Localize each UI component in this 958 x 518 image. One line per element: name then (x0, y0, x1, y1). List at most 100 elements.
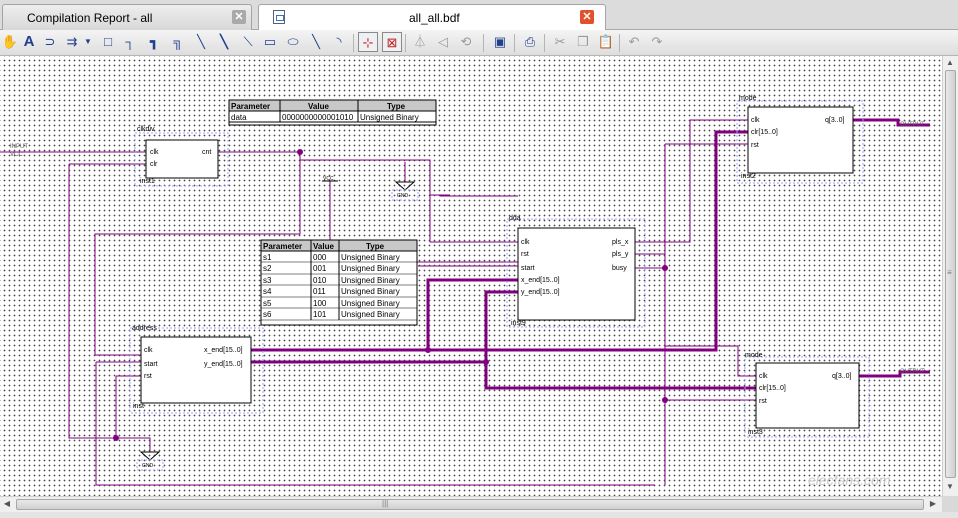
horizontal-scrollbar[interactable]: ◀ ||| ▶ (0, 496, 942, 512)
grip-icon: ≡ (947, 268, 952, 277)
port-label: clk (150, 149, 159, 156)
mode-block-top[interactable]: mode clk clr[15..0] rst q[3..0] inst2 (736, 95, 864, 184)
port-label: rst (751, 142, 759, 149)
vcc-symbol[interactable]: VCC (322, 176, 338, 182)
table-cell: data (231, 113, 247, 122)
table-cell: Unsigned Binary (360, 113, 419, 122)
scroll-left-icon[interactable]: ◀ (0, 497, 14, 511)
parameter-table-top[interactable]: Parameter Value Type data 00000000000010… (228, 99, 437, 126)
svg-text:Unsigned Binary: Unsigned Binary (341, 253, 400, 262)
diagonal-node-icon[interactable]: ╲ (191, 32, 211, 52)
table-header: Value (308, 102, 329, 111)
svg-text:s4: s4 (263, 287, 272, 296)
diagonal-conduit-icon[interactable]: ⟍ (238, 32, 258, 52)
input-pin[interactable]: INPUT VCC (10, 144, 28, 158)
address-block[interactable]: address clk start rst x_end[15..0] y_end… (129, 325, 264, 414)
pin-icon[interactable]: ⇉ (62, 32, 82, 52)
text-icon[interactable]: A (19, 32, 39, 52)
print-icon[interactable]: ⎙ (520, 32, 540, 52)
svg-text:s5: s5 (263, 299, 272, 308)
output-pin-label: OUTPUT (900, 369, 925, 375)
mode-block-bottom[interactable]: mode clk clr[15..0] rst q[3..0] inst3 (744, 352, 870, 438)
close-icon[interactable]: ✕ (580, 10, 594, 24)
save-icon[interactable]: ▣ (490, 32, 510, 52)
port-label: clr (150, 161, 158, 168)
orthogonal-conduit-icon[interactable]: ╗ (168, 32, 188, 52)
svg-text:000: 000 (313, 253, 327, 262)
port-label: pls_x (612, 239, 629, 246)
partial-line-select-icon[interactable]: ⊠ (382, 32, 402, 52)
port-label: clr[15..0] (759, 385, 786, 392)
instance-name: inst (133, 403, 144, 410)
table-header: Type (387, 102, 406, 111)
svg-text:s2: s2 (263, 264, 272, 273)
paste-icon[interactable]: 📋 (596, 32, 616, 52)
gnd-symbol-1[interactable]: GND (391, 181, 419, 201)
tab-all-all-bdf[interactable]: all_all.bdf ✕ (258, 4, 606, 31)
clkdiv-block[interactable]: clkdiv clk clr cnt inst1 (134, 126, 229, 187)
block-icon[interactable]: □ (98, 32, 118, 52)
hand-icon[interactable]: ✋ (0, 32, 20, 52)
horizontal-scroll-thumb[interactable] (16, 499, 924, 510)
gnd-symbol-2[interactable]: GND (136, 451, 164, 471)
output-pin-2[interactable]: OUTPUT (900, 369, 925, 375)
svg-text:011: 011 (313, 287, 326, 296)
svg-text:Unsigned Binary: Unsigned Binary (341, 276, 400, 285)
cut-icon[interactable]: ✂ (550, 32, 570, 52)
svg-text:s6: s6 (263, 310, 272, 319)
svg-text:Unsigned Binary: Unsigned Binary (341, 299, 400, 308)
tab-compilation-report[interactable]: Compilation Report - all ✕ (2, 4, 252, 30)
line-icon[interactable]: ╲ (306, 32, 326, 52)
parameter-table-mid[interactable]: Parameter Value Type s1 000 Unsigned Bin… (260, 239, 418, 326)
block-name: address (132, 325, 157, 332)
vcc-label: VCC (323, 176, 334, 182)
svg-text:100: 100 (313, 299, 327, 308)
rotate-icon[interactable]: ⟲ (456, 32, 476, 52)
scroll-up-icon[interactable]: ▲ (943, 56, 957, 70)
schematic-canvas[interactable]: .w { stroke:#800080; stroke-width:1; fil… (0, 56, 942, 496)
instance-name: inst9 (511, 320, 526, 327)
vertical-scrollbar[interactable]: ▲ ≡ ▼ (942, 56, 958, 496)
scroll-right-icon[interactable]: ▶ (926, 497, 940, 511)
port-label: pls_y (612, 251, 629, 258)
output-pin-1[interactable]: OUTPUT (900, 122, 925, 128)
instance-name: inst1 (140, 178, 155, 185)
redo-icon[interactable]: ↷ (647, 32, 667, 52)
gnd-label: GND (142, 463, 154, 469)
port-label: clk (521, 239, 530, 246)
orthogonal-bus-icon[interactable]: ┓ (144, 32, 164, 52)
rectangle-icon[interactable]: ▭ (260, 32, 280, 52)
port-label: clr[15..0] (751, 129, 778, 136)
status-strip (0, 512, 958, 518)
port-label: x_end[15..0] (204, 347, 243, 354)
port-label: clk (144, 347, 153, 354)
flip-horizontal-icon[interactable]: ⏃ (410, 32, 430, 52)
orthogonal-node-icon[interactable]: ┐ (120, 32, 140, 52)
gnd-label: GND (397, 193, 409, 199)
instance-name: inst3 (748, 429, 763, 436)
tab-compilation-report-label: Compilation Report - all (27, 11, 153, 25)
svg-text:Unsigned Binary: Unsigned Binary (341, 264, 400, 273)
flip-vertical-icon[interactable]: ◁ (433, 32, 453, 52)
symbol-icon[interactable]: ⊃ (40, 32, 60, 52)
schematic-drawing: .w { stroke:#800080; stroke-width:1; fil… (0, 95, 930, 486)
dda-block[interactable]: dda clk rst start x_end[15..0] y_end[15.… (506, 215, 646, 328)
instance-name: inst2 (741, 173, 756, 180)
arc-icon[interactable]: ◝ (329, 32, 349, 52)
close-icon[interactable]: ✕ (232, 10, 246, 24)
undo-icon[interactable]: ↶ (624, 32, 644, 52)
port-label: clk (751, 117, 760, 124)
block-name: dda (509, 215, 521, 222)
oval-icon[interactable]: ⬭ (283, 32, 303, 52)
dropdown-icon[interactable]: ▼ (82, 32, 94, 52)
port-label: rst (144, 373, 152, 380)
diagonal-bus-icon[interactable]: ╲ (214, 32, 234, 52)
svg-text:Unsigned Binary: Unsigned Binary (341, 310, 400, 319)
input-pin-label: INPUT (10, 144, 28, 150)
svg-text:010: 010 (313, 276, 327, 285)
rubberbanding-icon[interactable]: ⊹ (358, 32, 378, 52)
port-label: cnt (202, 149, 211, 156)
copy-icon[interactable]: ❐ (573, 32, 593, 52)
svg-text:101: 101 (313, 310, 327, 319)
scroll-down-icon[interactable]: ▼ (943, 480, 957, 494)
